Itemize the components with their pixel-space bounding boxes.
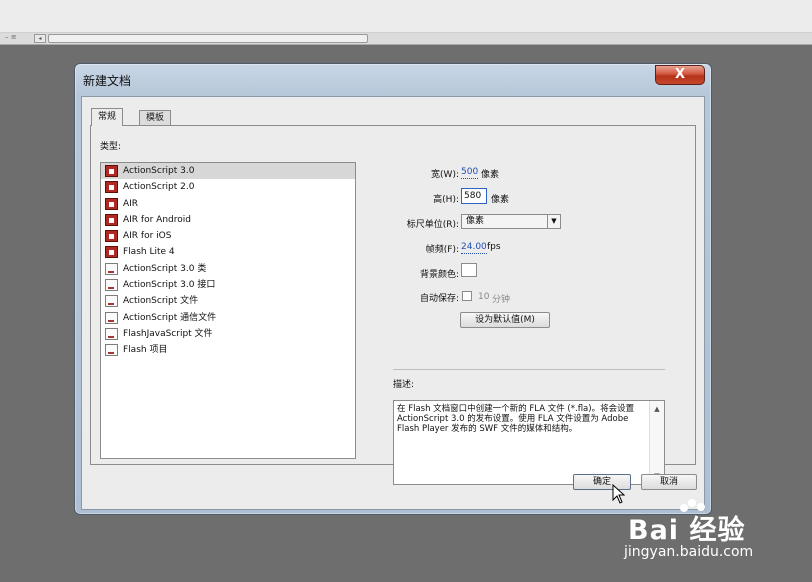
general-tab-panel: 类型: ActionScript 3.0 ActionScript 2.0 AI… xyxy=(90,125,696,485)
type-item-label: ActionScript 3.0 类 xyxy=(123,263,207,274)
mouse-cursor-icon xyxy=(612,484,626,504)
frame-rate-unit: fps xyxy=(487,242,501,252)
type-item-label: ActionScript 3.0 xyxy=(123,166,195,176)
type-item-as-comm-file[interactable]: ActionScript 通信文件 xyxy=(101,310,355,326)
script-doc-icon xyxy=(105,262,118,275)
type-item-label: AIR xyxy=(123,198,139,209)
cancel-button[interactable]: 取消 xyxy=(641,474,697,490)
document-type-list[interactable]: ActionScript 3.0 ActionScript 2.0 AIR AI… xyxy=(100,162,356,459)
height-label: 高(H): xyxy=(433,195,459,205)
frame-rate-value[interactable]: 24.00 xyxy=(461,242,487,254)
script-doc-icon xyxy=(105,327,118,340)
description-box: 在 Flash 文档窗口中创建一个新的 FLA 文件 (*.fla)。将会设置 … xyxy=(393,400,665,485)
scrollbar-thumb[interactable] xyxy=(48,34,368,43)
red-doc-icon xyxy=(105,197,118,210)
type-label: 类型: xyxy=(100,142,122,152)
app-horizontal-scrollbar[interactable]: – ≡ ◂ xyxy=(0,33,812,45)
type-item-as-file[interactable]: ActionScript 文件 xyxy=(101,293,355,309)
app-toolbar-area xyxy=(0,0,812,33)
type-item-label: FlashJavaScript 文件 xyxy=(123,328,213,339)
type-item-air-ios[interactable]: AIR for iOS xyxy=(101,228,355,244)
watermark-url: jingyan.baidu.com xyxy=(624,544,754,560)
ruler-marker: – ≡ xyxy=(5,33,17,41)
type-item-label: AIR for Android xyxy=(123,214,191,225)
width-label: 宽(W): xyxy=(431,170,459,180)
type-item-label: Flash Lite 4 xyxy=(123,247,175,258)
dialog-title: 新建文档 xyxy=(83,74,132,88)
scroll-up-icon[interactable]: ▲ xyxy=(650,404,664,414)
project-doc-icon xyxy=(105,344,118,357)
red-doc-icon xyxy=(105,230,118,243)
divider xyxy=(393,369,665,370)
tab-general[interactable]: 常规 xyxy=(91,108,124,126)
red-doc-icon xyxy=(105,165,118,177)
description-label: 描述: xyxy=(393,380,415,390)
type-item-flash-project[interactable]: Flash 项目 xyxy=(101,342,355,358)
type-item-as3-interface[interactable]: ActionScript 3.0 接口 xyxy=(101,277,355,293)
baidu-watermark: Bai 经验 jingyan.baidu.com xyxy=(620,499,800,570)
ruler-units-value: 像素 xyxy=(466,216,485,226)
type-item-label: AIR for iOS xyxy=(123,231,172,242)
width-unit: 像素 xyxy=(481,170,500,180)
new-document-dialog: 新建文档 X 常规 模板 类型: ActionScript 3.0 Action… xyxy=(74,63,712,515)
script-doc-icon xyxy=(105,279,118,292)
script-doc-icon xyxy=(105,295,118,308)
type-item-as2[interactable]: ActionScript 2.0 xyxy=(101,179,355,195)
script-doc-icon xyxy=(105,311,118,324)
type-item-air-android[interactable]: AIR for Android xyxy=(101,212,355,228)
type-item-as3-class[interactable]: ActionScript 3.0 类 xyxy=(101,261,355,277)
type-item-label: Flash 项目 xyxy=(123,345,168,356)
bg-color-label: 背景颜色: xyxy=(419,270,459,280)
height-unit: 像素 xyxy=(491,195,510,205)
type-item-label: ActionScript 3.0 接口 xyxy=(123,280,216,291)
autosave-minutes[interactable]: 10 xyxy=(478,292,489,302)
autosave-checkbox[interactable] xyxy=(462,291,472,301)
scroll-left-icon[interactable]: ◂ xyxy=(34,34,46,43)
red-doc-icon xyxy=(105,181,118,194)
watermark-brand: Bai 经验 xyxy=(628,515,746,546)
type-item-label: ActionScript 文件 xyxy=(123,296,199,307)
width-value[interactable]: 500 xyxy=(461,167,479,179)
ruler-units-select[interactable]: 像素 ▼ xyxy=(461,214,561,229)
set-default-button[interactable]: 设为默认值(M) xyxy=(460,312,550,328)
type-item-air[interactable]: AIR xyxy=(101,196,355,212)
type-item-flashjs-file[interactable]: FlashJavaScript 文件 xyxy=(101,326,355,342)
autosave-label: 自动保存: xyxy=(419,294,459,304)
red-doc-icon xyxy=(105,213,118,226)
frame-rate-label: 帧频(F): xyxy=(425,245,459,255)
type-item-as3[interactable]: ActionScript 3.0 xyxy=(101,163,355,180)
type-item-label: ActionScript 2.0 xyxy=(123,182,195,193)
dialog-client-area: 常规 模板 类型: ActionScript 3.0 ActionScript … xyxy=(81,96,705,510)
height-input[interactable]: 580 xyxy=(461,188,487,204)
type-item-label: ActionScript 通信文件 xyxy=(123,312,217,323)
chevron-down-icon: ▼ xyxy=(547,215,560,228)
bg-color-swatch[interactable] xyxy=(461,263,477,277)
type-item-flash-lite[interactable]: Flash Lite 4 xyxy=(101,244,355,260)
tab-templates[interactable]: 模板 xyxy=(139,110,172,125)
close-icon: X xyxy=(674,67,686,82)
ruler-units-label: 标尺单位(R): xyxy=(406,220,459,230)
autosave-unit: 分钟 xyxy=(492,295,511,305)
red-doc-icon xyxy=(105,246,118,259)
description-scrollbar[interactable]: ▲ ▼ xyxy=(649,401,664,484)
close-button[interactable]: X xyxy=(655,65,705,85)
description-text: 在 Flash 文档窗口中创建一个新的 FLA 文件 (*.fla)。将会设置 … xyxy=(397,404,635,434)
